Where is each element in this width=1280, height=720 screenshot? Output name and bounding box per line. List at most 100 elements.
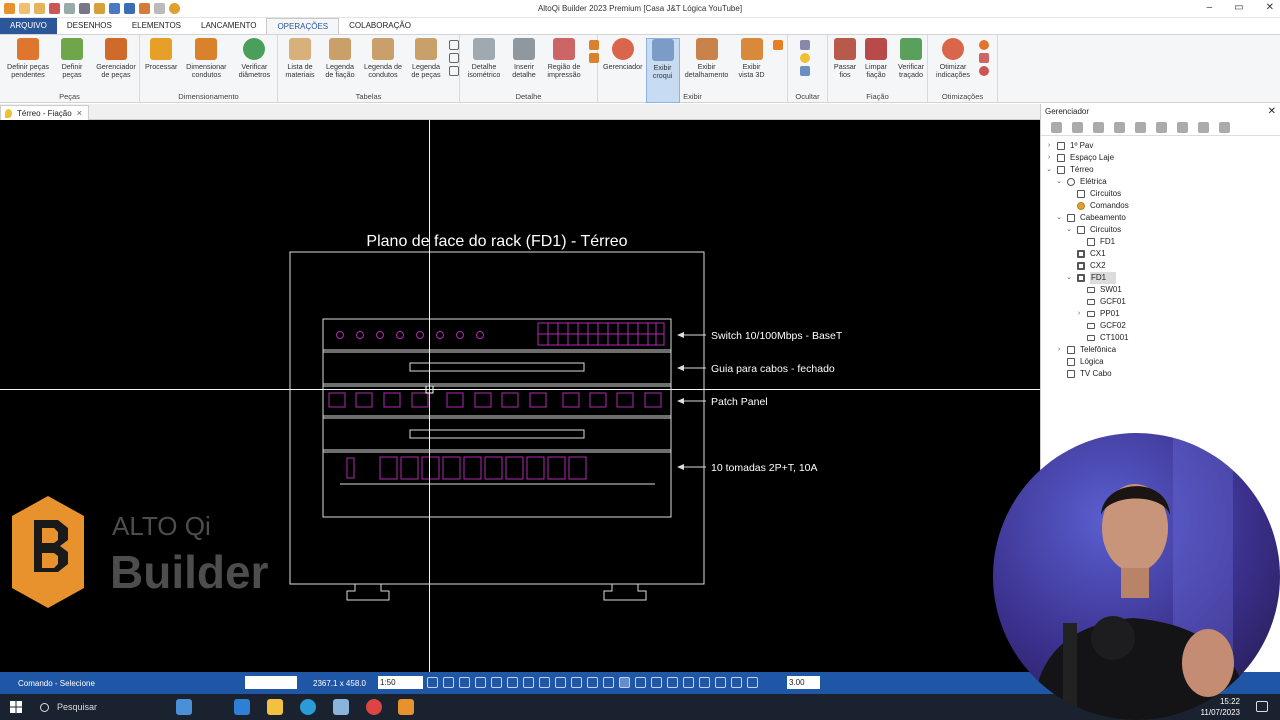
settings-icon[interactable] [1135,122,1146,133]
hide-icon[interactable] [800,40,810,50]
expand-icon[interactable]: › [1055,344,1063,356]
ortho-icon[interactable] [619,677,630,688]
curve-icon[interactable] [979,66,989,76]
collapse-icon[interactable]: ⌄ [1065,224,1073,236]
tools-icon[interactable] [1156,122,1167,133]
taskbar-search[interactable]: Pesquisar [34,698,224,716]
document-tab[interactable]: Térreo - Fiação × [0,105,89,120]
maximize-button[interactable]: ▭ [1234,2,1243,13]
filter-icon[interactable] [1114,122,1125,133]
tree-item-tv-cabo[interactable]: TV Cabo [1041,368,1280,380]
magnet-icon[interactable] [539,677,550,688]
table-small-icon[interactable] [449,40,459,50]
zoom-window-icon[interactable] [427,677,438,688]
tree-item-logica[interactable]: Lógica [1041,356,1280,368]
zoom-previous-icon[interactable] [491,677,502,688]
document-icon[interactable] [1219,122,1230,133]
tree-item-gcf02[interactable]: GCF02 [1041,320,1280,332]
tree-item-comandos[interactable]: Comandos [1041,200,1280,212]
tree-item-gcf01[interactable]: GCF01 [1041,296,1280,308]
tree-item-pp01[interactable]: › PP01 [1041,308,1280,320]
tree-item-telefonica[interactable]: › Telefônica [1041,344,1280,356]
vertical-icon[interactable] [667,677,678,688]
zoom-icon[interactable] [1177,122,1188,133]
tab-desenhos[interactable]: DESENHOS [57,18,122,34]
tree-item-fd1-rack[interactable]: ⌄ FD1 [1041,272,1280,284]
tree-item-sw01[interactable]: SW01 [1041,284,1280,296]
window-title: AltoQi Builder 2023 Premium [Casa J&T Ló… [537,4,743,13]
warning-icon[interactable] [772,40,783,50]
tree-item-cx1[interactable]: CX1 [1041,248,1280,260]
midpoint-icon[interactable] [715,677,726,688]
bulb-icon[interactable] [800,53,810,63]
tab-lancamento[interactable]: LANCAMENTO [191,18,266,34]
patch-panel-port [644,392,662,408]
zoom-out-icon[interactable] [475,677,486,688]
table-small-icon[interactable] [449,66,459,76]
filter-icon[interactable] [800,66,810,76]
tree-item-1-pav[interactable]: › 1º Pav [1041,140,1280,152]
collapse-icon[interactable]: ⌄ [1055,176,1063,188]
expand-icon[interactable]: › [1045,152,1053,164]
intersection-icon[interactable] [699,677,710,688]
mail-icon[interactable] [234,699,250,715]
step-input[interactable]: 3.00 [787,676,820,689]
settings-icon[interactable] [555,677,566,688]
tree-item-cx2[interactable]: CX2 [1041,260,1280,272]
drawing-aids-toolbar [427,677,758,688]
orbit-icon[interactable] [571,677,582,688]
table-small-icon[interactable] [449,53,459,63]
grid-step-icon[interactable] [747,677,758,688]
app-icon[interactable] [333,699,349,715]
tree-tool-icon[interactable] [1051,122,1062,133]
tree-item-fd1-circuit[interactable]: FD1 [1041,236,1280,248]
expand-icon[interactable]: › [1075,308,1083,320]
tree-item-eletrica[interactable]: ⌄ Elétrica [1041,176,1280,188]
windows-start-icon[interactable] [10,701,22,713]
circle-icon[interactable] [587,677,598,688]
close-tab-icon[interactable]: × [77,108,82,118]
collapse-icon[interactable]: ⌄ [1055,212,1063,224]
tree-item-cabeamento[interactable]: ⌄ Cabeamento [1041,212,1280,224]
tree-item-espaco-laje[interactable]: › Espaço Laje [1041,152,1280,164]
snap-icon[interactable] [523,677,534,688]
tree-item-circuitos-cabeamento[interactable]: ⌄ Circuitos [1041,224,1280,236]
group-pecas: Definir peças pendentes Definir peças Ge… [0,35,140,103]
command-input[interactable] [245,676,297,689]
beach-widget-icon[interactable] [176,699,192,715]
perpendicular-icon[interactable] [683,677,694,688]
copy-icon[interactable] [1198,122,1209,133]
chrome-icon[interactable] [366,699,382,715]
edge-icon[interactable] [300,699,316,715]
zoom-next-icon[interactable] [507,677,518,688]
zoom-extents-icon[interactable] [443,677,454,688]
collapse-icon[interactable]: ⌄ [1065,272,1073,284]
tab-operacoes[interactable]: OPERAÇÕES [266,18,340,34]
notification-icon[interactable] [1256,701,1268,712]
drawing-canvas[interactable]: Plano de face do rack (FD1) - Térreo Swi… [0,120,1040,672]
delete-icon[interactable] [1093,122,1104,133]
close-button[interactable]: ✕ [1266,2,1274,13]
tab-elementos[interactable]: ELEMENTOS [122,18,191,34]
tree-item-terreo[interactable]: ⌄ Térreo [1041,164,1280,176]
tree-item-ct1001[interactable]: CT1001 [1041,332,1280,344]
file-explorer-icon[interactable] [267,699,283,715]
tree-item-circuitos[interactable]: Circuitos [1041,188,1280,200]
link-icon[interactable] [979,53,989,63]
ribbon-tabs: ARQUIVO DESENHOS ELEMENTOS LANCAMENTO OP… [0,18,1280,34]
gear-small-icon[interactable] [979,40,989,50]
grid-tool-icon[interactable] [1072,122,1083,133]
expand-icon[interactable]: › [1045,140,1053,152]
cross-icon[interactable] [651,677,662,688]
altoqi-taskbar-icon[interactable] [398,699,414,715]
scale-select[interactable]: 1:50 [378,676,423,689]
tab-arquivo[interactable]: ARQUIVO [0,18,57,34]
panel-close-button[interactable]: ✕ [1268,104,1276,120]
zoom-in-icon[interactable] [459,677,470,688]
minimize-button[interactable]: – [1207,2,1213,13]
collapse-icon[interactable]: ⌄ [1045,164,1053,176]
text-icon[interactable] [731,677,742,688]
tab-colaboracao[interactable]: COLABORAÇÃO [339,18,421,34]
line-icon[interactable] [603,677,614,688]
polar-icon[interactable] [635,677,646,688]
